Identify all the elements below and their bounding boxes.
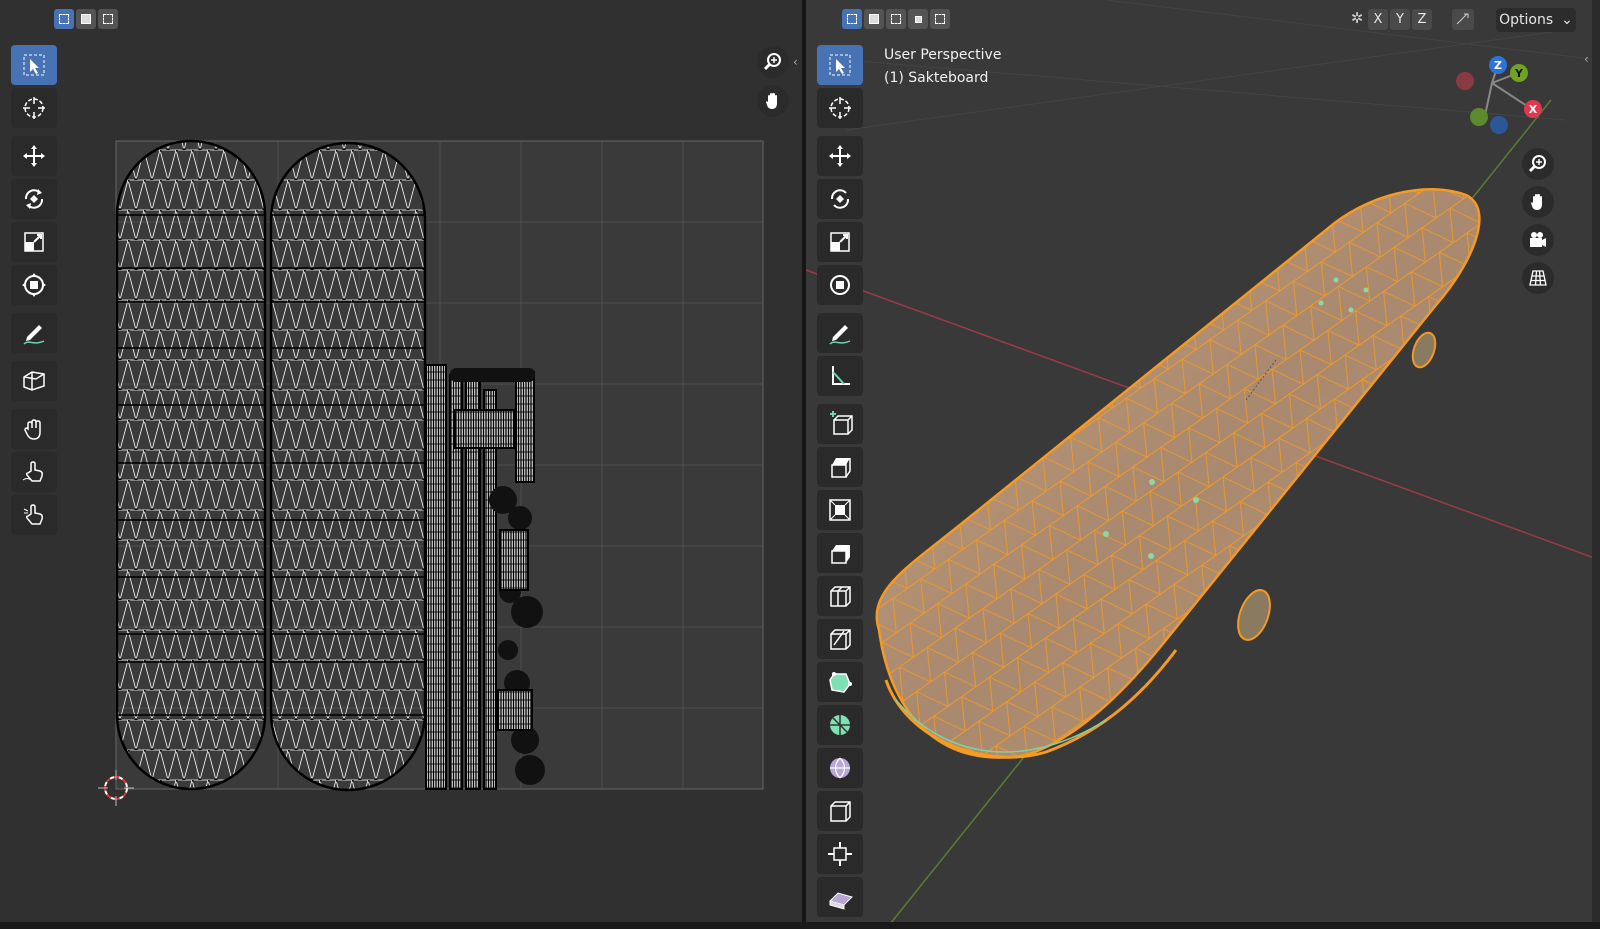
shear-tool[interactable] xyxy=(817,877,863,917)
bevel-tool[interactable] xyxy=(817,533,863,573)
gizmo-neg-z-axis[interactable] xyxy=(1490,116,1508,134)
auto-merge-icon xyxy=(1456,13,1469,25)
uv-island-trucks-wheels[interactable] xyxy=(425,364,545,790)
edge-slide-icon xyxy=(830,801,851,822)
knife-tool[interactable] xyxy=(817,619,863,659)
perspective-label: User Perspective xyxy=(884,47,1002,63)
gizmo-neg-x-axis[interactable] xyxy=(1456,72,1474,90)
select-extend-button[interactable] xyxy=(864,9,884,29)
gizmo-neg-y-axis[interactable] xyxy=(1470,108,1488,126)
properties-edge xyxy=(1592,0,1600,929)
annotate-tool[interactable] xyxy=(817,313,863,353)
auto-merge-button[interactable] xyxy=(1452,9,1474,30)
uv-island-deck-top[interactable] xyxy=(115,139,267,791)
select-new-button[interactable] xyxy=(842,9,862,29)
select-invert-button[interactable] xyxy=(908,9,928,29)
3d-viewport[interactable]: ✲ X Y Z Options ⌄ User Perspective (1) S… xyxy=(806,0,1600,929)
poly-build-icon xyxy=(829,672,852,693)
viewport-toolbar xyxy=(817,45,863,920)
edge-slide-tool[interactable] xyxy=(817,791,863,831)
rotate-tool[interactable] xyxy=(817,179,863,219)
perspective-toggle-button[interactable] xyxy=(1522,262,1554,294)
extrude-icon xyxy=(831,458,851,478)
gizmo-z-axis[interactable]: Z xyxy=(1489,56,1507,74)
cursor-icon xyxy=(829,97,851,119)
uv-editor[interactable]: ‹ xyxy=(0,0,802,929)
viewport-zoom-button[interactable] xyxy=(1522,148,1554,180)
select-intersect-button[interactable] xyxy=(930,9,950,29)
select-subtract-button[interactable] xyxy=(886,9,906,29)
scale-icon xyxy=(830,232,850,252)
spin-tool[interactable] xyxy=(817,705,863,745)
status-bar xyxy=(0,922,1600,929)
camera-view-button[interactable] xyxy=(1522,224,1554,256)
spin-icon xyxy=(830,715,850,735)
move-tool[interactable] xyxy=(817,136,863,176)
active-object-label: (1) Sakteboard xyxy=(884,70,989,86)
bevel-icon xyxy=(831,545,850,564)
cursor-tool[interactable] xyxy=(817,88,863,128)
measure-tool[interactable] xyxy=(817,356,863,396)
transform-icon xyxy=(830,275,850,295)
mirror-y-button[interactable]: Y xyxy=(1390,9,1410,30)
viewport-select-mode-group xyxy=(842,9,950,29)
extrude-tool[interactable] xyxy=(817,447,863,487)
mirror-x-button[interactable]: X xyxy=(1368,9,1388,30)
zoom-icon xyxy=(1528,155,1546,173)
inset-icon xyxy=(829,499,851,521)
uv-canvas[interactable] xyxy=(0,0,802,929)
viewport-pan-button[interactable] xyxy=(1522,186,1554,218)
navigation-gizmo[interactable]: Z Y X xyxy=(1446,50,1556,140)
mirror-z-button[interactable]: Z xyxy=(1412,9,1432,30)
mirror-icon[interactable]: ✲ xyxy=(1346,9,1368,31)
inset-tool[interactable] xyxy=(817,490,863,530)
poly-build-tool[interactable] xyxy=(817,662,863,702)
gizmo-y-axis[interactable]: Y xyxy=(1510,64,1528,82)
grid-icon xyxy=(1529,270,1547,286)
select-box-icon xyxy=(829,54,851,76)
options-dropdown[interactable]: Options ⌄ xyxy=(1496,8,1576,32)
chevron-down-icon: ⌄ xyxy=(1561,12,1573,28)
knife-icon xyxy=(830,629,851,650)
loop-cut-icon xyxy=(830,586,851,607)
smooth-tool[interactable] xyxy=(817,748,863,788)
select-box-tool[interactable] xyxy=(817,45,863,85)
shrink-fatten-tool[interactable] xyxy=(817,834,863,874)
add-cube-icon xyxy=(830,411,853,435)
transform-tool[interactable] xyxy=(817,265,863,305)
mirror-axis-group: X Y Z xyxy=(1368,9,1432,30)
camera-icon xyxy=(1530,232,1546,247)
shear-icon xyxy=(829,892,853,910)
smooth-icon xyxy=(830,757,850,779)
scale-tool[interactable] xyxy=(817,222,863,262)
uv-island-deck-bottom[interactable] xyxy=(269,141,427,792)
measure-icon xyxy=(832,366,850,385)
hand-icon xyxy=(1531,194,1542,210)
shrink-fatten-icon xyxy=(828,842,852,866)
gizmo-x-axis[interactable]: X xyxy=(1524,100,1542,118)
rotate-icon xyxy=(830,189,850,209)
options-label: Options xyxy=(1499,12,1554,28)
add-cube-tool[interactable] xyxy=(817,404,863,444)
loop-cut-tool[interactable] xyxy=(817,576,863,616)
move-icon xyxy=(829,145,851,167)
annotate-icon xyxy=(829,325,851,345)
sidebar-toggle-arrow[interactable]: ‹ xyxy=(1584,52,1589,66)
